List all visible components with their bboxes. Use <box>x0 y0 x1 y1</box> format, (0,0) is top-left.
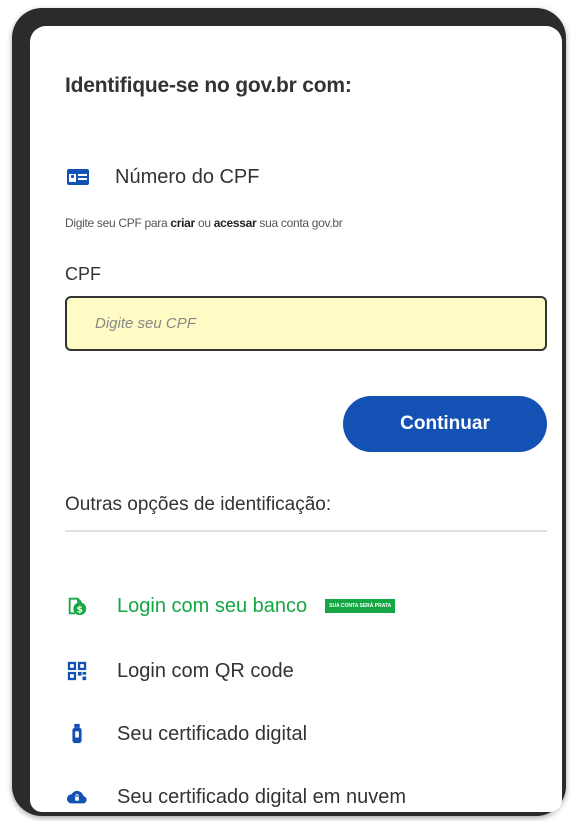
digital-certificate-option[interactable]: Seu certificado digital <box>65 719 307 749</box>
page-title: Identifique-se no gov.br com: <box>65 74 352 97</box>
other-options-title: Outras opções de identificação: <box>65 494 332 515</box>
hint-access: acessar <box>213 216 257 230</box>
hint-suffix: sua conta gov.br <box>256 216 343 230</box>
hint-or: ou <box>194 216 214 230</box>
login-qr-label: Login com QR code <box>117 659 294 682</box>
login-bank-option[interactable]: $ Login com seu banco SUA CONTA SERÁ PRA… <box>65 591 396 621</box>
cpf-field-label: CPF <box>65 264 101 284</box>
cloud-certificate-label: Seu certificado digital em nuvem <box>117 785 407 808</box>
cloud-lock-icon <box>65 785 89 809</box>
cpf-option-row: Número do CPF <box>65 164 260 190</box>
continue-button[interactable]: Continuar <box>343 396 547 452</box>
cloud-certificate-option[interactable]: Seu certificado digital em nuvem <box>65 782 406 812</box>
hint-create: criar <box>170 216 195 230</box>
divider <box>65 530 547 532</box>
login-qr-option[interactable]: Login com QR code <box>65 656 294 686</box>
digital-certificate-label: Seu certificado digital <box>117 722 308 745</box>
qr-code-icon <box>65 659 89 683</box>
cpf-option-label: Número do CPF <box>115 165 260 188</box>
svg-text:$: $ <box>77 604 83 615</box>
hint-prefix: Digite seu CPF para <box>65 216 171 230</box>
silver-account-badge: SUA CONTA SERÁ PRATA <box>325 599 396 613</box>
login-card: Identifique-se no gov.br com: Número do … <box>30 26 562 812</box>
id-card-icon <box>67 169 89 185</box>
bank-icon: $ <box>65 594 89 618</box>
cpf-input[interactable] <box>65 296 547 351</box>
usb-token-icon <box>65 722 89 746</box>
cpf-hint: Digite seu CPF para criar ou acessar sua… <box>65 216 343 230</box>
login-bank-label: Login com seu banco <box>117 594 308 617</box>
